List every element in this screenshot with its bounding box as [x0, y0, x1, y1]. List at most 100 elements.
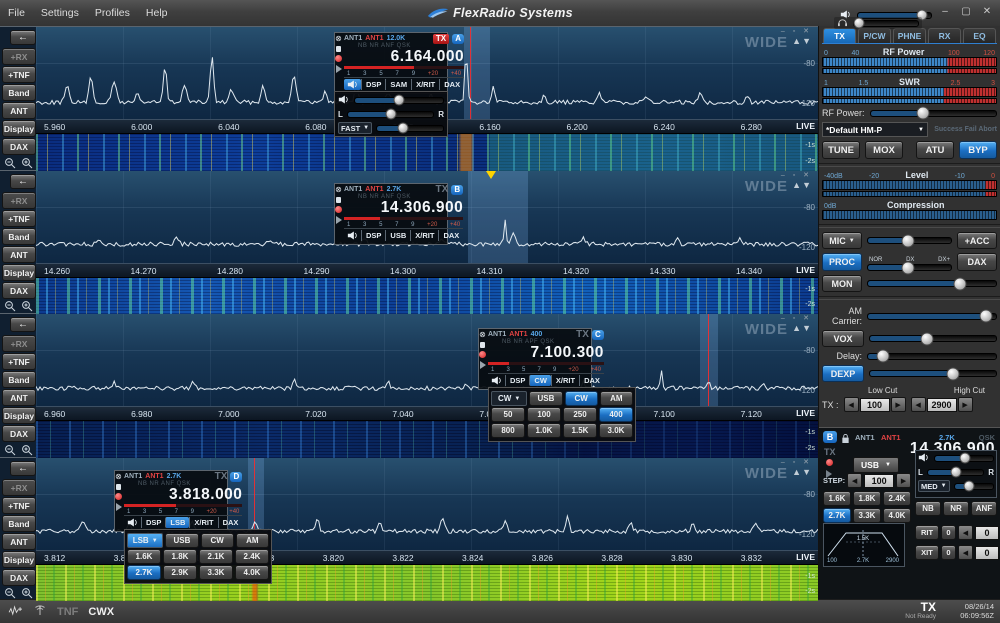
tx-badge[interactable]: TX [433, 34, 449, 44]
increment-icon[interactable]: ▶ [891, 397, 906, 412]
filter-width-button[interactable]: 4.0K [235, 565, 269, 580]
waterfall-display-b[interactable]: -1s -2s [36, 276, 818, 314]
mode-button[interactable]: CW [201, 533, 234, 548]
slice-flag-d[interactable]: ⊗ ANT1 ANT1 2.7K TX D NB NR ANF QSK 3.81… [114, 470, 228, 532]
tx-label[interactable]: TX [215, 472, 228, 482]
slice-flag-c[interactable]: ⊗ ANT1 ANT1 400 TX C NB NR APF QSK 7.100… [478, 328, 592, 390]
zoom-in-icon[interactable] [20, 586, 33, 599]
dexp-button[interactable]: DEXP [822, 365, 864, 382]
filter-width-button[interactable]: 2.1K [199, 549, 233, 564]
filter-preset-button[interactable]: 4.0K [883, 508, 911, 523]
flag-menu-button[interactable]: X/RIT [410, 230, 438, 241]
flag-menu-button[interactable]: DSP [361, 230, 385, 241]
zoom-up-icon[interactable]: ▲ [792, 180, 802, 190]
zoom-out-icon[interactable] [3, 156, 16, 169]
mic-select[interactable]: MIC▼ [822, 232, 862, 249]
flag-menu-button[interactable]: X/RIT [189, 517, 217, 528]
decrement-icon[interactable]: ◀ [847, 473, 862, 488]
vox-slider[interactable] [869, 335, 997, 342]
panel-menu-button[interactable]: +RX [2, 48, 36, 65]
headphone-volume-slider[interactable] [853, 20, 919, 27]
decrement-icon[interactable]: ◀ [958, 545, 973, 560]
panel-menu-button[interactable]: Display [2, 551, 36, 568]
flag-menu-button[interactable]: DAX [438, 230, 463, 241]
tx-antenna-label[interactable]: ANT1 [365, 186, 383, 193]
flag-menu-button[interactable]: LSB [165, 517, 189, 528]
record-icon[interactable] [115, 493, 122, 500]
tx-antenna-label[interactable]: ANT1 [881, 433, 901, 442]
audio-popup-button[interactable] [344, 79, 361, 90]
filter-width-button[interactable]: 1.0K [527, 423, 561, 438]
dax-button[interactable]: DAX [957, 253, 997, 271]
add-panadapter-icon[interactable] [8, 603, 23, 621]
filter-width-button[interactable]: 1.6K [127, 549, 161, 564]
record-icon[interactable] [479, 351, 486, 358]
rf-power-slider[interactable] [870, 110, 997, 117]
flag-menu-button[interactable]: DSP [505, 375, 529, 386]
mode-button[interactable]: USB [165, 533, 198, 548]
flag-menu-button[interactable]: SAM [385, 79, 411, 90]
flag-menu-button[interactable]: CW [529, 375, 551, 386]
filter-width-button[interactable]: 3.0K [599, 423, 633, 438]
filter-width-button[interactable]: 50 [491, 407, 525, 422]
filter-width-button[interactable]: 2.7K [127, 565, 161, 580]
sidebar-tab[interactable]: RX [928, 28, 961, 43]
zoom-in-icon[interactable] [20, 299, 33, 312]
panel-menu-button[interactable]: Band [2, 84, 36, 101]
rx-antenna-label[interactable]: ANT1 [488, 331, 506, 338]
play-icon[interactable] [336, 216, 342, 224]
panel-menu-button[interactable]: +TNF [2, 66, 36, 83]
tx-antenna-label[interactable]: ANT1 [509, 331, 527, 338]
panel-menu-button[interactable]: Band [2, 228, 36, 245]
filter-width-button[interactable]: 800 [491, 423, 525, 438]
play-icon[interactable] [336, 65, 342, 73]
cwx-toggle[interactable]: CWX [88, 606, 114, 618]
delay-slider[interactable] [867, 353, 997, 360]
menu-item[interactable]: Profiles [95, 7, 130, 19]
antenna-icon[interactable] [33, 603, 47, 621]
zoom-in-icon[interactable] [20, 156, 33, 169]
decrement-icon[interactable]: ◀ [958, 525, 973, 540]
agc-select[interactable]: MED▼ [918, 480, 950, 492]
xit-button[interactable]: XIT [915, 545, 939, 560]
flag-menu-button[interactable]: USB [385, 230, 410, 241]
filter-width-button[interactable]: 2.9K [163, 565, 197, 580]
filter-width-button[interactable]: 3.3K [199, 565, 233, 580]
mode-select[interactable]: USB▼ [853, 457, 899, 473]
zoom-out-icon[interactable] [3, 443, 16, 456]
filter-width-button[interactable]: 2.4K [235, 549, 269, 564]
panel-menu-button[interactable]: ANT [2, 246, 36, 263]
panel-menu-button[interactable]: DAX [2, 138, 36, 155]
mon-button[interactable]: MON [822, 275, 862, 292]
panel-menu-button[interactable]: +RX [2, 479, 36, 496]
panel-menu-button[interactable]: +RX [2, 192, 36, 209]
byp-button[interactable]: BYP [959, 141, 997, 159]
rx-antenna-label[interactable]: ANT1 [344, 35, 362, 42]
zoom-down-icon[interactable]: ▼ [802, 36, 812, 46]
flag-menu-button[interactable]: DAX [218, 517, 243, 528]
rx-antenna-label[interactable]: ANT1 [344, 186, 362, 193]
monitor-slider[interactable] [867, 280, 997, 287]
mode-select[interactable]: LSB▼ [127, 533, 163, 548]
filter-width-button[interactable]: 400 [599, 407, 633, 422]
flag-menu-button[interactable]: DSP [141, 517, 165, 528]
frequency-readout[interactable]: 6.164.000 [344, 49, 464, 65]
panel-menu-button[interactable]: +TNF [2, 497, 36, 514]
headphone-volume[interactable] [834, 17, 922, 29]
zoom-out-icon[interactable] [3, 586, 16, 599]
increment-icon[interactable]: ▶ [896, 473, 911, 488]
agc-threshold-slider[interactable] [376, 125, 444, 132]
bandwidth-label[interactable]: 2.7K [167, 473, 182, 480]
spectrum-display-c[interactable]: -80 -120 ‒ ▫ ✕ WIDE ▲▼ [36, 314, 818, 406]
mode-button[interactable]: AM [600, 391, 633, 406]
am-carrier-slider[interactable] [867, 313, 997, 320]
tx-label[interactable]: TX [576, 330, 589, 340]
bandwidth-label[interactable]: 2.7K [387, 186, 402, 193]
filter-width-button[interactable]: 1.8K [163, 549, 197, 564]
mute-icon[interactable]: ⊗ [335, 35, 342, 43]
panel-menu-button[interactable]: Band [2, 515, 36, 532]
tnf-toggle[interactable]: TNF [57, 606, 78, 618]
close-button[interactable]: ✕ [980, 5, 994, 19]
panel-menu-button[interactable]: Display [2, 264, 36, 281]
slice-flag-a[interactable]: ⊗ ANT1 ANT1 12.0K TX A NB NR ANF QSK 6.1… [334, 32, 448, 94]
